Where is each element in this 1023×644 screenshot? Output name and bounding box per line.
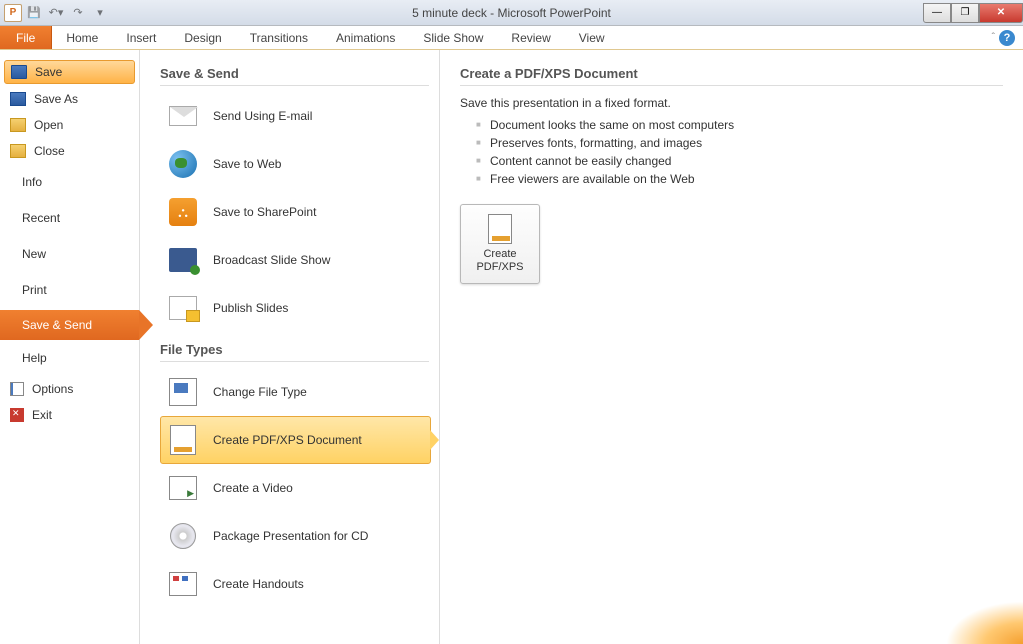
ribbon-tabs: File Home Insert Design Transitions Anim…: [0, 26, 1023, 50]
close-file-icon: [10, 144, 26, 158]
nav-save-as-label: Save As: [34, 92, 78, 106]
create-handouts[interactable]: Create Handouts: [160, 560, 431, 608]
tab-insert[interactable]: Insert: [112, 26, 170, 49]
publish-slides[interactable]: Publish Slides: [160, 284, 431, 332]
open-icon: [10, 118, 26, 132]
globe-icon: [167, 148, 199, 180]
send-email[interactable]: Send Using E-mail: [160, 92, 431, 140]
tab-home[interactable]: Home: [52, 26, 112, 49]
tab-design[interactable]: Design: [170, 26, 235, 49]
broadcast-label: Broadcast Slide Show: [213, 253, 330, 267]
backstage-view: Save Save As Open Close Info Recent New …: [0, 50, 1023, 644]
package-for-cd[interactable]: Package Presentation for CD: [160, 512, 431, 560]
tab-animations[interactable]: Animations: [322, 26, 409, 49]
nav-save[interactable]: Save: [4, 60, 135, 84]
change-file-type[interactable]: Change File Type: [160, 368, 431, 416]
nav-close[interactable]: Close: [0, 138, 139, 164]
bullet-item: Free viewers are available on the Web: [476, 170, 1003, 188]
nav-print[interactable]: Print: [0, 272, 139, 308]
change-file-type-label: Change File Type: [213, 385, 307, 399]
maximize-button[interactable]: ❐: [951, 3, 979, 23]
create-pdf-xps-button[interactable]: Create PDF/XPS: [460, 204, 540, 284]
nav-options-label: Options: [32, 382, 73, 396]
tab-view[interactable]: View: [565, 26, 619, 49]
nav-recent[interactable]: Recent: [0, 200, 139, 236]
nav-save-send[interactable]: Save & Send: [0, 310, 139, 340]
nav-exit-label: Exit: [32, 408, 52, 422]
close-window-button[interactable]: ✕: [979, 3, 1023, 23]
qat-save-icon[interactable]: 💾: [24, 3, 44, 23]
create-pdf-xps-button-label: Create PDF/XPS: [461, 248, 539, 274]
window-title: 5 minute deck - Microsoft PowerPoint: [412, 6, 611, 20]
publish-icon: [167, 292, 199, 324]
detail-description: Save this presentation in a fixed format…: [460, 96, 1003, 110]
nav-open-label: Open: [34, 118, 63, 132]
create-video-label: Create a Video: [213, 481, 293, 495]
options-icon: [10, 382, 24, 396]
decorative-swoosh: [933, 594, 1023, 644]
nav-close-label: Close: [34, 144, 65, 158]
envelope-icon: [167, 100, 199, 132]
broadcast-icon: [167, 244, 199, 276]
save-to-web[interactable]: Save to Web: [160, 140, 431, 188]
create-pdf-xps-label: Create PDF/XPS Document: [213, 433, 362, 447]
pdf-icon: [167, 424, 199, 456]
titlebar: P 💾 ↶▾ ↷ ▾ 5 minute deck - Microsoft Pow…: [0, 0, 1023, 26]
bullet-item: Content cannot be easily changed: [476, 152, 1003, 170]
pdf-large-icon: [488, 214, 512, 244]
save-as-icon: [10, 92, 26, 106]
tab-review[interactable]: Review: [497, 26, 564, 49]
app-icon: P: [4, 4, 22, 22]
ribbon-minimize-icon[interactable]: ˆ: [992, 32, 995, 43]
tab-transitions[interactable]: Transitions: [236, 26, 322, 49]
video-icon: [167, 472, 199, 504]
minimize-button[interactable]: —: [923, 3, 951, 23]
filetype-icon: [167, 376, 199, 408]
window-controls: — ❐ ✕: [923, 3, 1023, 23]
nav-save-label: Save: [35, 65, 62, 79]
save-to-web-label: Save to Web: [213, 157, 281, 171]
create-pdf-xps[interactable]: Create PDF/XPS Document: [160, 416, 431, 464]
detail-bullets: Document looks the same on most computer…: [460, 116, 1003, 188]
nav-open[interactable]: Open: [0, 112, 139, 138]
nav-new[interactable]: New: [0, 236, 139, 272]
create-handouts-label: Create Handouts: [213, 577, 304, 591]
nav-info[interactable]: Info: [0, 164, 139, 200]
create-video[interactable]: Create a Video: [160, 464, 431, 512]
nav-help[interactable]: Help: [0, 340, 139, 376]
file-types-heading: File Types: [160, 342, 439, 357]
publish-label: Publish Slides: [213, 301, 288, 315]
tab-slideshow[interactable]: Slide Show: [409, 26, 497, 49]
send-email-label: Send Using E-mail: [213, 109, 312, 123]
handout-icon: [167, 568, 199, 600]
exit-icon: [10, 408, 24, 422]
bullet-item: Preserves fonts, formatting, and images: [476, 134, 1003, 152]
save-send-column: Save & Send Send Using E-mail Save to We…: [140, 50, 440, 644]
save-icon: [11, 65, 27, 79]
help-icon[interactable]: ?: [999, 30, 1015, 46]
save-to-sharepoint-label: Save to SharePoint: [213, 205, 316, 219]
redo-icon[interactable]: ↷: [68, 3, 88, 23]
save-to-sharepoint[interactable]: ⛬ Save to SharePoint: [160, 188, 431, 236]
quick-access-toolbar: P 💾 ↶▾ ↷ ▾: [0, 3, 110, 23]
detail-heading: Create a PDF/XPS Document: [460, 66, 1003, 81]
nav-exit[interactable]: Exit: [0, 402, 139, 428]
sharepoint-icon: ⛬: [167, 196, 199, 228]
detail-pane: Create a PDF/XPS Document Save this pres…: [440, 50, 1023, 644]
backstage-nav: Save Save As Open Close Info Recent New …: [0, 50, 140, 644]
cd-icon: [167, 520, 199, 552]
file-tab[interactable]: File: [0, 26, 52, 49]
package-cd-label: Package Presentation for CD: [213, 529, 368, 543]
nav-save-as[interactable]: Save As: [0, 86, 139, 112]
bullet-item: Document looks the same on most computer…: [476, 116, 1003, 134]
broadcast-slideshow[interactable]: Broadcast Slide Show: [160, 236, 431, 284]
save-send-heading: Save & Send: [160, 66, 439, 81]
undo-icon[interactable]: ↶▾: [46, 3, 66, 23]
nav-options[interactable]: Options: [0, 376, 139, 402]
qat-dropdown-icon[interactable]: ▾: [90, 3, 110, 23]
